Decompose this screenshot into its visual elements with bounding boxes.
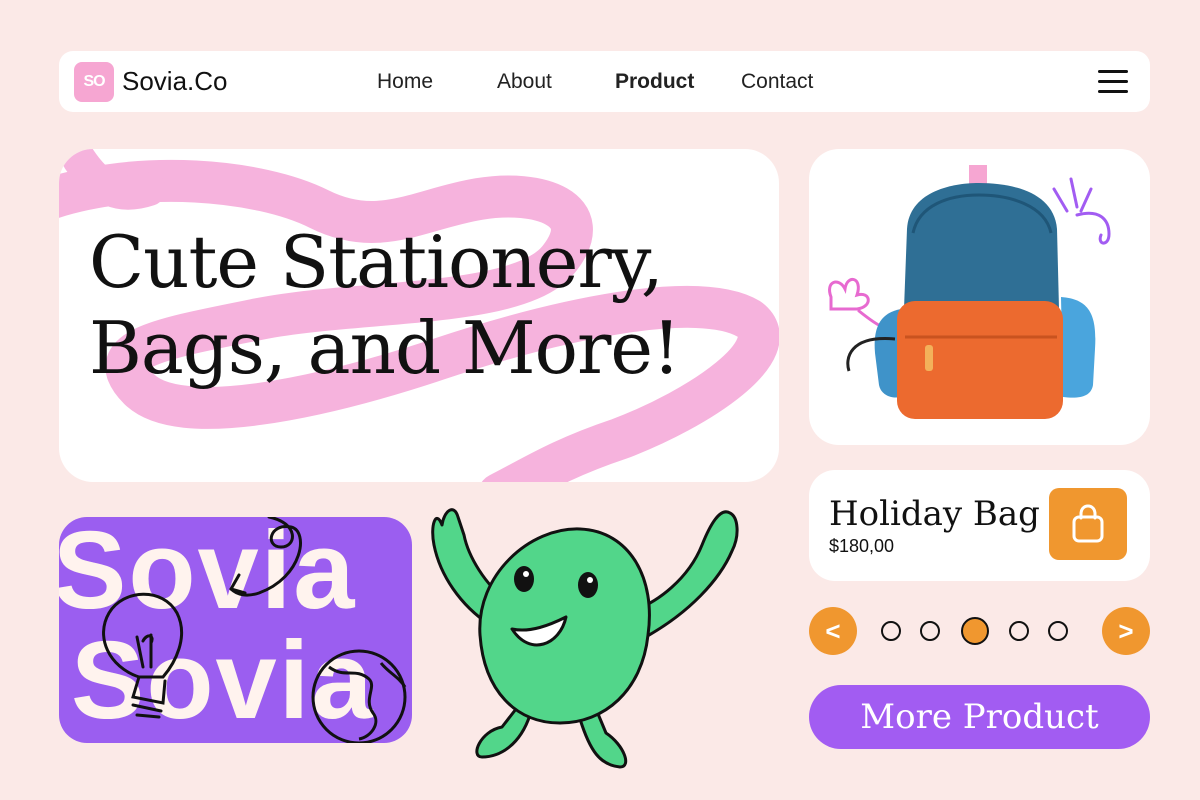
flower-doodle-icon: [828, 278, 885, 329]
carousel-dot-2[interactable]: [920, 621, 940, 641]
promo-card[interactable]: Sovia Sovia: [59, 517, 412, 743]
nav-link-about[interactable]: About: [497, 70, 552, 94]
nav-link-product[interactable]: Product: [615, 70, 694, 94]
hero-headline-line2: Bags, and More!: [89, 306, 681, 390]
shopping-bag-icon: [1072, 504, 1104, 543]
carousel-dot-1[interactable]: [881, 621, 901, 641]
hamburger-menu-icon[interactable]: [1098, 70, 1128, 94]
product-info-card: Holiday Bag $180,00: [809, 470, 1150, 581]
carousel-dot-3[interactable]: [961, 617, 989, 645]
hero-headline-line1: Cute Stationery,: [89, 220, 664, 304]
carousel-dot-5[interactable]: [1048, 621, 1068, 641]
nav-link-contact[interactable]: Contact: [741, 70, 813, 94]
brand-name[interactable]: Sovia.Co: [122, 66, 228, 97]
curly-arrow-icon: [229, 517, 302, 597]
promo-doodles: [102, 517, 407, 743]
carousel-next-button[interactable]: >: [1102, 607, 1150, 655]
carousel-prev-button[interactable]: <: [809, 607, 857, 655]
product-image-card[interactable]: [809, 149, 1150, 445]
lightbulb-icon: [102, 592, 183, 719]
product-name[interactable]: Holiday Bag: [829, 494, 1040, 534]
backpack-image: [828, 165, 1111, 419]
top-navigation: SO Sovia.Co Home About Product Contact: [59, 51, 1150, 112]
add-to-cart-button[interactable]: [1049, 488, 1127, 560]
hero-banner: Cute Stationery, Bags, and More!: [59, 149, 779, 482]
sparkle-doodle-icon: [1052, 177, 1111, 245]
green-mascot-illustration: [420, 495, 760, 785]
product-price: $180,00: [829, 536, 895, 556]
hero-headline: Cute Stationery, Bags, and More!: [89, 219, 769, 391]
globe-icon: [311, 649, 407, 743]
logo-badge[interactable]: SO: [74, 62, 114, 102]
carousel-dot-4[interactable]: [1009, 621, 1029, 641]
more-product-button[interactable]: More Product: [809, 685, 1150, 749]
mascot-character-icon: [431, 508, 739, 769]
nav-link-home[interactable]: Home: [377, 70, 433, 94]
